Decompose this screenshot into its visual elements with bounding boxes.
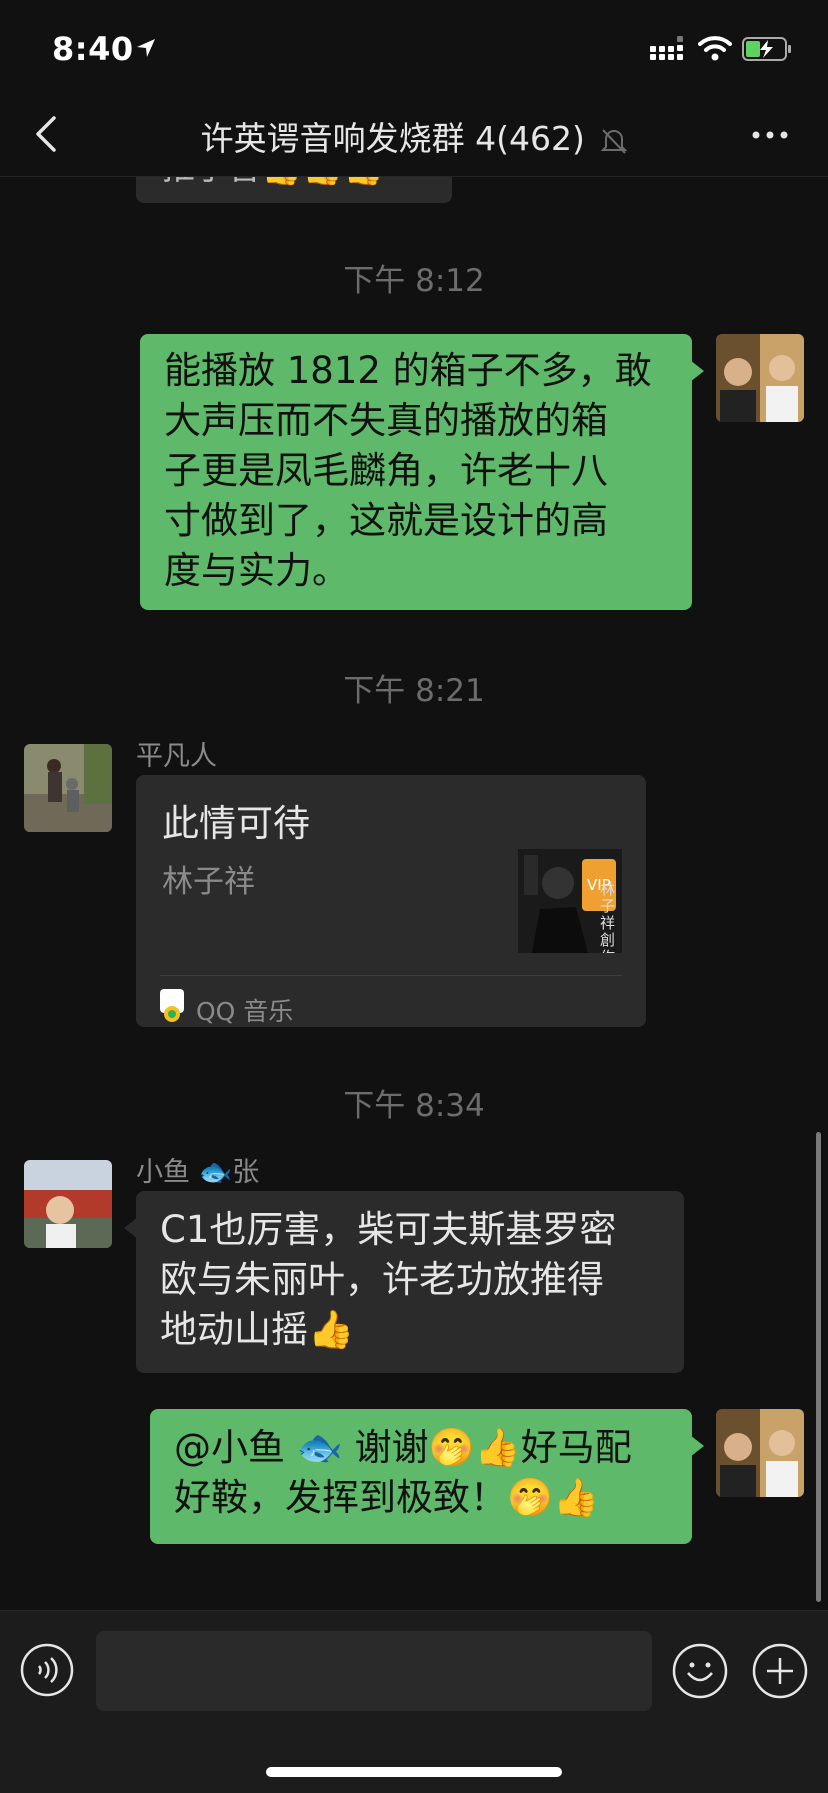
location-arrow-icon: [137, 39, 155, 57]
scrollbar[interactable]: [816, 1132, 821, 1602]
message-bubble-incoming[interactable]: C1也厉害，柴可夫斯基罗密 欧与朱丽叶，许老功放推得 地动山摇👍: [124, 1191, 684, 1373]
wifi-icon: [698, 36, 732, 61]
nav-bar: 许英谔音响发烧群 4(462): [0, 96, 828, 177]
message-input[interactable]: [96, 1631, 652, 1711]
battery-charging-icon: [742, 37, 791, 61]
sender-name: 小鱼 🐟张: [136, 1157, 260, 1188]
plus-icon[interactable]: [752, 1643, 808, 1699]
song-title: 此情可待: [162, 802, 310, 845]
song-artist: 林子祥: [162, 864, 255, 900]
timestamp: 下午 8:21: [343, 673, 485, 709]
timestamp: 下午 8:34: [343, 1088, 485, 1124]
cover-text: 林子祥創作歌集: [600, 880, 616, 954]
bell-slash-icon: [601, 128, 628, 154]
qq-music-icon: [160, 989, 184, 1022]
chat-title: 许英谔音响发烧群 4(462): [0, 112, 828, 160]
message-text: 能播放 1812 的箱子不多，敢 大声压而不失真的播放的箱 子更是凤毛麟角，许老…: [164, 349, 652, 592]
chat-area[interactable]: 推手音👍👍👍 下午 8:12 能播放 1812 的箱子不多，敢 大声压而不失真的…: [0, 177, 828, 1610]
album-cover: VIP 林子祥創作歌集: [518, 849, 622, 953]
sender-avatar[interactable]: [24, 744, 112, 832]
message-text: C1也厉害，柴可夫斯基罗密 欧与朱丽叶，许老功放推得 地动山摇👍: [160, 1208, 617, 1351]
my-avatar[interactable]: [716, 334, 804, 422]
cellular-signal-icon: [650, 36, 683, 60]
my-avatar[interactable]: [716, 1409, 804, 1497]
timestamp: 下午 8:12: [343, 263, 485, 299]
music-card[interactable]: 此情可待 林子祥 VIP 林子祥創作歌集 QQ 音乐: [136, 775, 646, 1027]
sender-name: 平凡人: [136, 741, 217, 772]
message-text: 推手音👍👍👍: [162, 177, 384, 193]
music-source: QQ 音乐: [196, 997, 294, 1026]
voice-icon[interactable]: [20, 1643, 74, 1697]
chat-title-text: 许英谔音响发烧群 4(462): [200, 119, 585, 158]
home-indicator[interactable]: [266, 1767, 562, 1777]
status-bar: 8:40: [0, 0, 828, 96]
message-bubble-partial[interactable]: 推手音👍👍👍: [136, 177, 452, 203]
input-bar: [0, 1610, 828, 1793]
status-time: 8:40: [52, 30, 134, 68]
message-text: @小鱼 🐟 谢谢🤭👍好马配 好鞍，发挥到极致！🤭👍: [174, 1426, 632, 1519]
message-bubble-outgoing[interactable]: @小鱼 🐟 谢谢🤭👍好马配 好鞍，发挥到极致！🤭👍: [150, 1409, 704, 1544]
emoji-icon[interactable]: [672, 1643, 728, 1699]
divider: [160, 975, 622, 976]
sender-avatar[interactable]: [24, 1160, 112, 1248]
more-options-button[interactable]: [750, 128, 790, 142]
message-bubble-outgoing[interactable]: 能播放 1812 的箱子不多，敢 大声压而不失真的播放的箱 子更是凤毛麟角，许老…: [140, 334, 704, 610]
